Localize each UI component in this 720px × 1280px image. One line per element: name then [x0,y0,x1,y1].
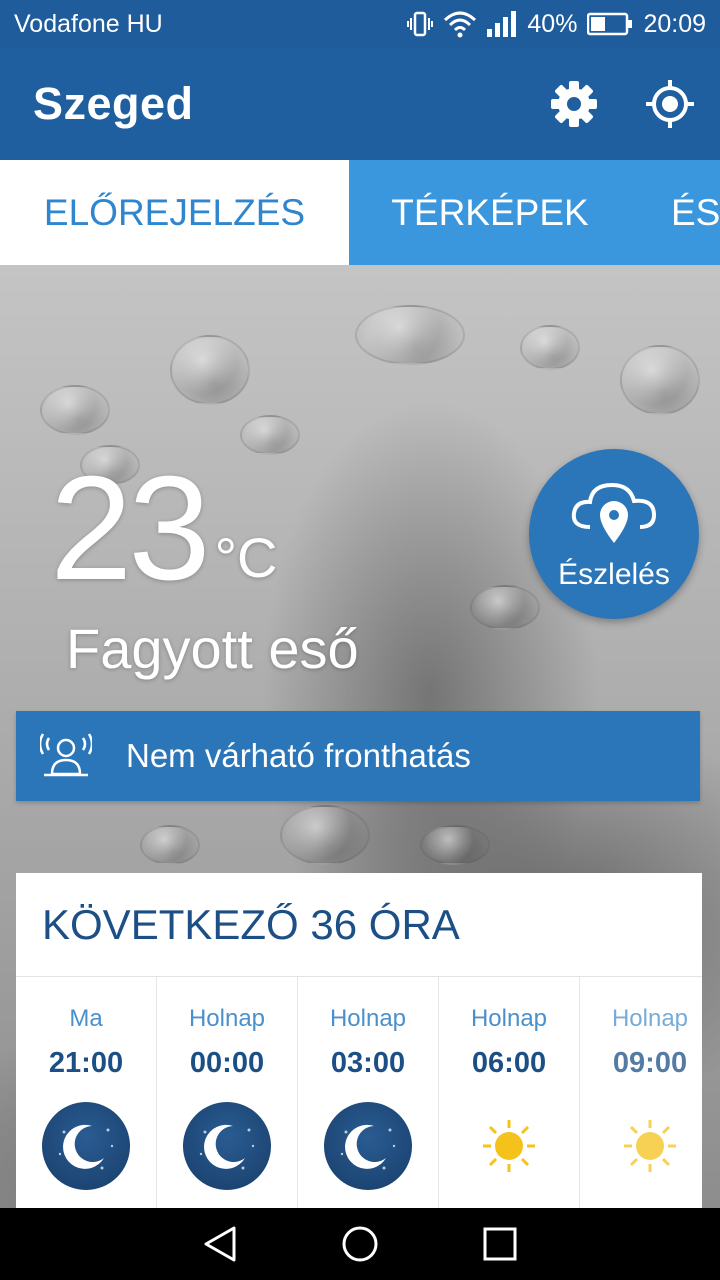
signal-icon [487,11,517,37]
back-icon[interactable] [198,1222,242,1266]
location-target-icon[interactable] [644,78,696,130]
forecast-day: Holnap [470,1005,548,1032]
forecast-time: 06:00 [471,1047,547,1079]
recents-icon[interactable] [478,1222,522,1266]
raindrop [170,335,250,405]
clock: 20:09 [643,9,706,38]
forecast-hour-item[interactable]: Ma 21:00 [16,977,157,1208]
forecast-hour-item[interactable]: Holnap 06:00 [439,977,580,1208]
cloud-location-icon [568,477,660,554]
front-effect-banner[interactable]: Nem várható fronthatás [16,711,700,801]
report-observation-button[interactable]: Észlelés [529,449,699,619]
system-nav-bar [0,1208,720,1280]
raindrop [420,825,490,865]
forecast-time: 09:00 [612,1047,688,1079]
carrier-name: Vodafone HU [14,9,163,38]
tab-eszleles-partial[interactable]: ÉS [631,160,720,265]
raindrop [620,345,700,415]
forecast-day: Holnap [329,1005,407,1032]
moon-night-icon [183,1102,271,1190]
forecast-time: 21:00 [48,1047,124,1079]
moon-night-icon [42,1102,130,1190]
battery-percent: 40% [527,9,578,38]
raindrop [470,585,540,630]
forecast-36h-card: KÖVETKEZŐ 36 ÓRA Ma 21:00 Holnap 00:00 H… [16,873,702,1208]
raindrop [240,415,300,455]
weather-condition: Fagyott eső [66,617,359,680]
settings-gear-icon[interactable] [548,78,600,130]
forecast-time: 00:00 [189,1047,265,1079]
sun-icon [606,1102,694,1190]
current-temperature: 23 °C [50,455,277,603]
raindrop [140,825,200,865]
forecast-hour-item[interactable]: Holnap 03:00 [298,977,439,1208]
tab-elorejelzes[interactable]: ELŐREJELZÉS [0,160,349,265]
sun-icon [465,1102,553,1190]
tab-bar: ELŐREJELZÉS TÉRKÉPEK ÉS [0,160,720,265]
moon-night-icon [324,1102,412,1190]
vibrate-icon [407,10,434,38]
report-observation-label: Észlelés [558,557,670,591]
forecast-card-title: KÖVETKEZŐ 36 ÓRA [16,873,702,977]
forecast-time: 03:00 [330,1047,406,1079]
raindrop [280,805,370,865]
forecast-day: Ma [69,1005,103,1032]
raindrop [355,305,465,365]
forecast-hour-item[interactable]: Holnap 09:00 [580,977,702,1208]
forecast-hours-list: Ma 21:00 Holnap 00:00 Holnap 03:00 Holna… [16,977,702,1208]
forecast-day: Holnap [188,1005,266,1032]
raindrop [40,385,110,435]
temperature-value: 23 [50,446,211,611]
temperature-unit: °C [214,526,278,589]
app-bar: Szeged [0,48,720,160]
city-title: Szeged [33,78,194,129]
home-icon[interactable] [338,1222,382,1266]
wifi-icon [443,10,477,38]
status-bar: Vodafone HU 40% 20:09 [0,0,720,48]
forecast-hour-item[interactable]: Holnap 00:00 [157,977,298,1208]
raindrop [520,325,580,370]
person-alert-icon [38,730,94,783]
forecast-day: Holnap [611,1005,689,1032]
front-effect-text: Nem várható fronthatás [126,737,471,774]
tab-terkepek[interactable]: TÉRKÉPEK [349,160,631,265]
battery-icon [587,12,633,36]
